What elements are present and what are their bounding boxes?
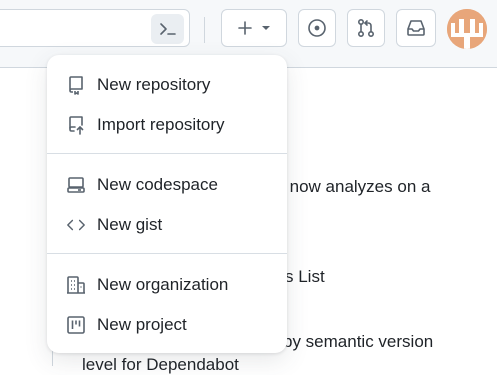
create-new-button[interactable]	[221, 9, 287, 47]
feed-text-line: by semantic version	[283, 332, 434, 351]
menu-item-label: New codespace	[97, 175, 218, 194]
menu-item-label: New organization	[97, 275, 229, 294]
repo-push-icon	[66, 115, 86, 135]
avatar-identicon-icon	[447, 9, 487, 49]
menu-divider	[47, 153, 287, 154]
menu-item-new-project[interactable]: New project	[47, 305, 287, 345]
repo-icon	[66, 75, 86, 95]
command-palette-button[interactable]	[151, 14, 184, 44]
menu-item-new-organization[interactable]: New organization	[47, 265, 287, 305]
user-avatar[interactable]	[447, 9, 487, 49]
issues-button[interactable]	[298, 9, 336, 47]
menu-item-new-repository[interactable]: New repository	[47, 65, 287, 105]
feed-text-line: s List	[285, 267, 325, 286]
feed-text-line: level for Dependabot	[82, 355, 239, 374]
inbox-icon	[406, 19, 426, 37]
triangle-down-icon	[261, 24, 271, 32]
header-divider	[204, 17, 205, 43]
menu-item-label: Import repository	[97, 115, 225, 134]
codespaces-icon	[66, 175, 86, 195]
terminal-icon	[159, 21, 177, 37]
menu-item-label: New repository	[97, 75, 211, 94]
project-icon	[66, 315, 86, 335]
organization-icon	[66, 275, 86, 295]
menu-item-label: New gist	[97, 215, 163, 234]
menu-item-import-repository[interactable]: Import repository	[47, 105, 287, 145]
menu-divider	[47, 253, 287, 254]
menu-item-label: New project	[97, 315, 187, 334]
menu-item-new-gist[interactable]: New gist	[47, 205, 287, 245]
inbox-button[interactable]	[396, 9, 436, 47]
pull-requests-button[interactable]	[347, 9, 385, 47]
plus-icon	[237, 20, 253, 36]
git-pull-request-icon	[357, 18, 375, 38]
issue-opened-icon	[307, 18, 327, 38]
create-new-menu: New repository Import repository New cod…	[47, 55, 287, 353]
code-icon	[66, 215, 86, 235]
feed-text-line: up now analyzes on a	[266, 177, 431, 196]
menu-item-new-codespace[interactable]: New codespace	[47, 165, 287, 205]
